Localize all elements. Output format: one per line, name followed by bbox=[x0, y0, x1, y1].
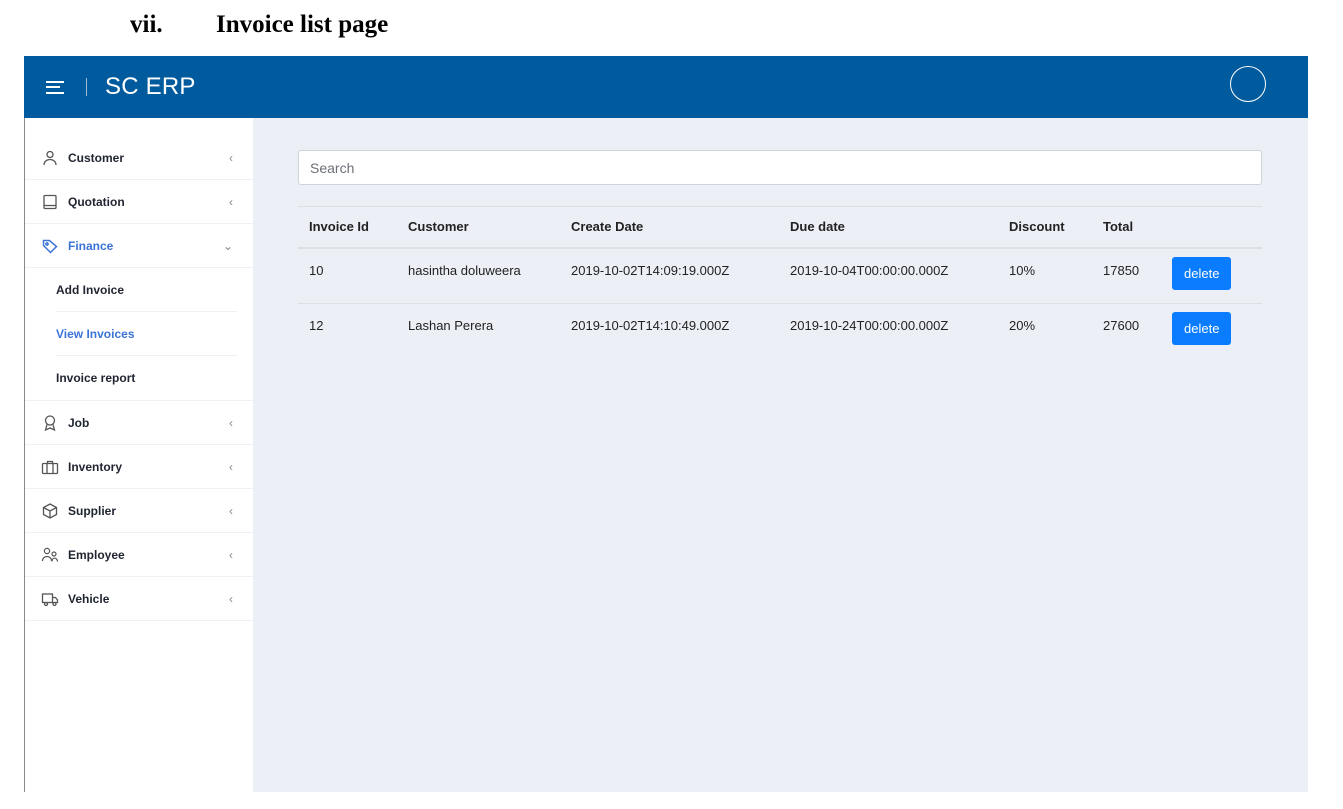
cell-action: delete bbox=[1161, 304, 1262, 360]
column-header-due-date: Due date bbox=[779, 206, 998, 249]
sidebar-item-quotation[interactable]: Quotation ‹ bbox=[25, 180, 253, 224]
sidebar-label: Finance bbox=[68, 238, 114, 253]
cell-invoice-id: 12 bbox=[309, 318, 324, 333]
chevron-left-icon: ‹ bbox=[229, 194, 233, 209]
delete-button[interactable]: delete bbox=[1172, 256, 1232, 290]
brand-title: SC ERP bbox=[105, 73, 196, 100]
submenu-item-view-invoices[interactable]: View Invoices bbox=[56, 312, 237, 356]
cell-invoice-id: 10 bbox=[298, 247, 397, 304]
submenu-label: Add Invoice bbox=[56, 282, 125, 297]
award-icon bbox=[41, 414, 59, 432]
search-input[interactable] bbox=[298, 150, 1262, 185]
submenu-item-invoice-report[interactable]: Invoice report bbox=[56, 356, 237, 400]
sidebar-label: Inventory bbox=[68, 459, 123, 474]
sidebar-item-inventory[interactable]: Inventory ‹ bbox=[25, 445, 253, 489]
invoice-table: Invoice Id Customer Create Date Due date… bbox=[298, 206, 1262, 360]
chevron-left-icon: ‹ bbox=[229, 591, 233, 606]
chevron-left-icon: ‹ bbox=[229, 150, 233, 165]
navbar-divider bbox=[86, 78, 87, 96]
box-icon bbox=[41, 502, 59, 520]
chevron-left-icon: ‹ bbox=[229, 459, 233, 474]
sidebar-label: Job bbox=[68, 415, 90, 430]
sidebar-item-vehicle[interactable]: Vehicle ‹ bbox=[25, 577, 253, 621]
cell-discount: 10% bbox=[998, 247, 1092, 304]
chevron-left-icon: ‹ bbox=[229, 415, 233, 430]
submenu-label: View Invoices bbox=[56, 326, 135, 341]
cell-total: 17850 bbox=[1092, 247, 1161, 304]
sidebar-label: Customer bbox=[68, 150, 125, 165]
column-header-action bbox=[1161, 206, 1262, 249]
truck-icon bbox=[41, 590, 59, 608]
document-heading: vii. Invoice list page bbox=[130, 8, 388, 42]
column-header-invoice-id: Invoice Id bbox=[298, 206, 397, 249]
sidebar-item-job[interactable]: Job ‹ bbox=[25, 401, 253, 445]
top-navbar: SC ERP bbox=[24, 56, 1308, 118]
table-row: 10 hasintha doluweera 2019-10-02T14:09:1… bbox=[298, 247, 1262, 304]
users-icon bbox=[41, 546, 59, 564]
column-header-customer: Customer bbox=[397, 206, 560, 249]
briefcase-icon bbox=[41, 458, 59, 476]
user-avatar-icon[interactable] bbox=[1230, 66, 1266, 102]
heading-number: vii. bbox=[130, 11, 163, 38]
app-window: SC ERP Customer ‹ Quotation ‹ Finance ⌄ bbox=[24, 56, 1308, 792]
cell-action: delete bbox=[1161, 247, 1262, 304]
cell-discount: 20% bbox=[1009, 318, 1036, 333]
cell-customer: Lashan Perera bbox=[408, 318, 494, 333]
sidebar-item-employee[interactable]: Employee ‹ bbox=[25, 533, 253, 577]
cell-create-date: 2019-10-02T14:09:19.000Z bbox=[560, 247, 779, 304]
sidebar-label: Employee bbox=[68, 547, 125, 562]
column-header-discount: Discount bbox=[998, 206, 1092, 249]
tag-icon bbox=[41, 237, 59, 255]
sidebar-item-customer[interactable]: Customer ‹ bbox=[25, 136, 253, 180]
user-icon bbox=[41, 149, 59, 167]
main-content: Invoice Id Customer Create Date Due date… bbox=[253, 118, 1308, 792]
submenu-item-add-invoice[interactable]: Add Invoice bbox=[56, 268, 237, 312]
sidebar-label: Vehicle bbox=[68, 591, 110, 606]
cell-customer: hasintha doluweera bbox=[397, 247, 560, 304]
sidebar: Customer ‹ Quotation ‹ Finance ⌄ Add Inv… bbox=[24, 118, 253, 792]
sidebar-label: Quotation bbox=[68, 194, 125, 209]
sidebar-item-finance[interactable]: Finance ⌄ bbox=[25, 224, 253, 268]
sidebar-label: Supplier bbox=[68, 503, 117, 518]
heading-title: Invoice list page bbox=[216, 11, 389, 38]
cell-due-date: 2019-10-04T00:00:00.000Z bbox=[779, 247, 998, 304]
cell-due-date: 2019-10-24T00:00:00.000Z bbox=[790, 318, 949, 333]
cell-create-date: 2019-10-02T14:10:49.000Z bbox=[571, 318, 730, 333]
finance-submenu: Add Invoice View Invoices Invoice report bbox=[25, 268, 253, 401]
table-row: 12 Lashan Perera 2019-10-02T14:10:49.000… bbox=[298, 304, 1262, 360]
book-icon bbox=[41, 193, 59, 211]
column-header-create-date: Create Date bbox=[560, 206, 779, 249]
table-header-row: Invoice Id Customer Create Date Due date… bbox=[298, 206, 1262, 249]
column-header-total: Total bbox=[1092, 206, 1161, 249]
submenu-label: Invoice report bbox=[56, 371, 136, 385]
chevron-down-icon: ⌄ bbox=[222, 238, 233, 253]
sidebar-item-supplier[interactable]: Supplier ‹ bbox=[25, 489, 253, 533]
chevron-left-icon: ‹ bbox=[229, 547, 233, 562]
hamburger-icon[interactable] bbox=[46, 80, 64, 94]
delete-button[interactable]: delete bbox=[1172, 312, 1232, 345]
chevron-left-icon: ‹ bbox=[229, 503, 233, 518]
cell-total: 27600 bbox=[1103, 318, 1140, 333]
